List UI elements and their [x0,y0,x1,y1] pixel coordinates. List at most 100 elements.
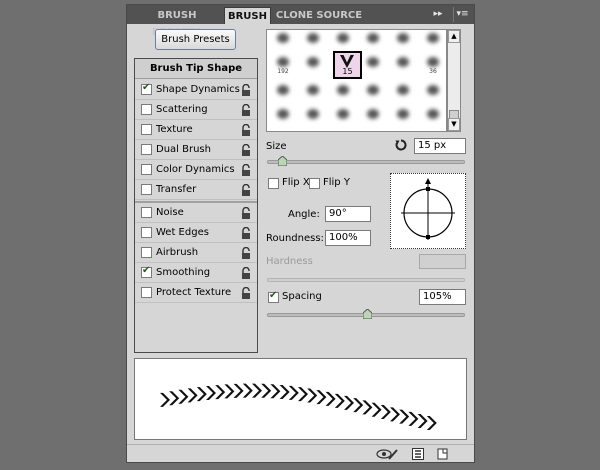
lock-icon[interactable] [241,207,251,219]
brush-tip-grid[interactable]: 192 36 15 [266,29,447,132]
option-scattering[interactable]: Scattering [135,100,257,120]
hardness-label: Hardness [266,256,313,267]
size-slider-track[interactable] [267,160,465,164]
checkbox[interactable] [141,287,152,298]
checkbox[interactable] [141,144,152,155]
brush-tip-thumbnail[interactable] [419,106,446,127]
size-input[interactable]: 15 px [414,138,466,154]
angle-roundness-widget[interactable] [390,173,466,249]
brush-grid-icon[interactable] [412,448,424,460]
flip-y-checkbox[interactable] [309,178,320,189]
brush-tip-thumbnail[interactable] [389,82,417,103]
flip-x-checkbox[interactable] [268,178,279,189]
checkbox[interactable] [141,164,152,175]
lock-icon[interactable] [241,164,251,176]
stroke-dab [307,388,318,403]
tab-clone-source[interactable]: CLONE SOURCE [274,7,364,24]
checkbox[interactable] [141,82,152,95]
brush-tip-thumbnail[interactable]: 192 [269,54,297,75]
brush-tip-thumbnail[interactable] [359,54,387,75]
lock-icon[interactable] [241,247,251,259]
brush-tip-thumbnail[interactable] [329,82,357,103]
tab-brush[interactable]: BRUSH [224,7,271,24]
stroke-dab [399,409,410,424]
brush-tip-thumbnail[interactable] [419,82,446,103]
lock-icon[interactable] [241,84,251,96]
selected-brush-tip[interactable]: 15 [333,51,362,79]
spacing-input[interactable]: 105% [419,289,466,305]
option-shape-dynamics[interactable]: Shape Dynamics [135,80,257,100]
brush-tip-blob [367,109,379,119]
brush-tip-thumbnail[interactable] [299,106,327,127]
option-airbrush[interactable]: Airbrush [135,243,257,263]
stroke-dab [215,385,226,400]
option-color-dynamics[interactable]: Color Dynamics [135,160,257,180]
flip-y-label: Flip Y [323,177,350,188]
lock-icon[interactable] [241,267,251,279]
collapse-panel-icon[interactable]: ▸▸ [431,7,445,22]
scroll-up-icon[interactable]: ▲ [448,30,460,43]
lock-icon[interactable] [241,287,251,299]
checkbox[interactable] [141,247,152,258]
brush-tip-thumbnail[interactable] [359,82,387,103]
brush-tip-thumbnail[interactable] [359,30,387,51]
option-protect-texture[interactable]: Protect Texture [135,283,257,303]
brush-tip-thumbnail[interactable]: 36 [419,54,446,75]
brush-tip-thumbnail[interactable] [299,54,327,75]
panel-menu-icon[interactable]: ▾≡ [453,7,471,22]
flip-x-label: Flip X [282,177,310,188]
reset-size-icon[interactable] [395,139,407,151]
spacing-checkbox[interactable] [268,290,279,303]
stroke-dab [206,385,216,400]
brush-tip-thumbnail[interactable] [299,30,327,51]
tab-brush-presets[interactable]: BRUSH PRESETS [131,7,223,38]
option-dual-brush[interactable]: Dual Brush [135,140,257,160]
brush-tip-blob [427,57,439,67]
option-wet-edges[interactable]: Wet Edges [135,223,257,243]
brush-tip-blob [307,109,319,119]
brush-tip-thumbnail[interactable] [269,30,297,51]
option-noise[interactable]: Noise [135,203,257,223]
option-smoothing[interactable]: Smoothing [135,263,257,283]
stroke-dab [187,388,198,403]
brush-tip-blob [427,33,439,43]
brush-tip-thumbnail[interactable] [359,106,387,127]
angle-input[interactable]: 90° [325,206,371,222]
brush-tip-thumbnail[interactable] [299,82,327,103]
lock-icon[interactable] [241,144,251,156]
brush-tip-thumbnail[interactable] [269,106,297,127]
stroke-dab [426,415,437,430]
brush-tip-thumbnail[interactable] [389,54,417,75]
brush-tip-thumbnail[interactable] [329,106,357,127]
brush-tip-thumbnail[interactable] [389,30,417,51]
brush-tip-thumbnail[interactable] [329,30,357,51]
checkbox[interactable] [141,184,152,195]
lock-icon[interactable] [241,227,251,239]
checkbox[interactable] [141,104,152,115]
roundness-input[interactable]: 100% [325,230,371,246]
brush-tip-thumbnail[interactable] [269,82,297,103]
lock-icon[interactable] [241,124,251,136]
brush-tip-thumbnail[interactable] [389,106,417,127]
lock-icon[interactable] [241,104,251,116]
option-transfer[interactable]: Transfer [135,180,257,200]
checkbox[interactable] [141,227,152,238]
brush-presets-button[interactable]: Brush Presets [155,29,236,50]
hardness-slider-track [267,278,465,282]
checkbox[interactable] [141,207,152,218]
create-new-brush-icon[interactable] [437,448,449,460]
scroll-down-icon[interactable]: ▼ [448,118,460,131]
stroke-dab [298,387,308,402]
brush-tip-blob [397,109,409,119]
option-texture[interactable]: Texture [135,120,257,140]
tip-grid-scrollbar[interactable]: ▲ ▼ [447,29,461,132]
brush-tip-shape-header[interactable]: Brush Tip Shape [135,59,257,79]
brush-tip-thumbnail[interactable] [419,30,446,51]
spacing-slider-handle[interactable] [363,309,372,319]
checkbox[interactable] [141,265,152,278]
brush-tip-size: 192 [277,68,289,75]
toggle-live-tip-preview-icon[interactable] [376,448,398,460]
size-slider-handle[interactable] [278,156,287,166]
checkbox[interactable] [141,124,152,135]
lock-icon[interactable] [241,184,251,196]
